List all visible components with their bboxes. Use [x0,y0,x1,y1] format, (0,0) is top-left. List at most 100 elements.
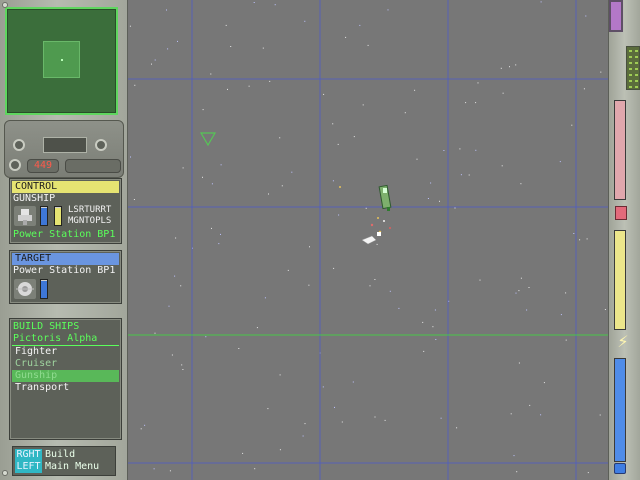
debris-icon [377,217,379,219]
star [302,435,304,437]
station-part-icon [387,207,390,211]
minimap-viewport[interactable] [43,41,80,78]
star [432,326,434,328]
star [376,243,378,245]
power-station-unit[interactable] [339,184,392,234]
star [362,104,364,106]
faction-label: Pictoris Alpha [12,333,119,346]
minimap-unit-blip [61,59,63,61]
controlled-unit-type: GUNSHIP [13,193,56,204]
star [334,406,335,408]
build-title: BUILD SHIPS [13,321,80,332]
star [279,449,281,451]
space-playfield[interactable] [128,0,608,480]
gunship-icon[interactable] [361,235,377,245]
star [202,109,204,111]
target-header: TARGET [12,253,119,265]
star [513,455,515,457]
hud-instrument-strip: 449 [4,120,124,178]
minimap[interactable] [5,7,118,115]
power-station-icon[interactable] [14,279,36,299]
star [210,73,212,75]
star [529,404,531,406]
star-field [129,1,606,474]
star [518,290,520,292]
star [322,386,324,388]
star [365,207,367,209]
star [274,4,276,6]
star [583,88,585,90]
shield-cap-icon [614,463,626,474]
gunship-portrait-icon[interactable] [14,206,36,226]
star [269,80,271,82]
star [248,85,250,87]
dial-icon [13,139,25,151]
build-option-gunship[interactable]: Gunship [12,370,119,382]
star [238,348,240,349]
star [439,200,440,202]
control-panel: CONTROL GUNSHIP LSRTURRT MGNTOPLS Power … [9,178,122,244]
dial-icon [95,139,107,151]
star [182,167,184,169]
build-option-cruiser[interactable]: Cruiser [12,358,119,370]
star [416,158,418,160]
star [359,24,361,26]
right-gauge-column: ⚡ [608,0,640,480]
debris-icon [370,223,374,227]
left-action: Main Menu [45,461,100,472]
lightning-bolt-icon: ⚡ [617,332,629,351]
build-option-fighter[interactable]: Fighter [12,346,119,358]
hull-gauge [614,100,626,200]
weapon-list: LSRTURRT MGNTOPLS [68,205,111,227]
star [509,66,510,68]
waypoint-marker-icon[interactable] [199,132,217,147]
star [211,227,212,229]
star [440,417,442,419]
star [308,284,310,286]
star [267,408,269,410]
build-option-transport[interactable]: Transport [12,382,119,394]
star [571,124,573,126]
star [153,468,155,470]
star [133,199,135,200]
target-name: Power Station BP1 [13,265,116,276]
star [500,67,502,69]
star [323,93,325,95]
gunship-unit[interactable] [361,232,381,245]
star [256,327,258,329]
damage-warning-icon [615,206,627,220]
station-light-icon [383,188,387,193]
star [565,339,567,341]
star [477,82,479,84]
debris-icon [339,186,341,188]
star [268,193,269,195]
star [225,24,227,26]
star [262,47,264,49]
star [540,414,542,416]
health-bar [40,206,48,226]
star [309,246,310,248]
energy-gauge [614,230,626,330]
star [435,339,437,340]
credits-readout: 449 [27,159,59,173]
weapon-2-label: MGNTOPLS [68,216,112,226]
target-panel: TARGET Power Station BP1 [9,250,122,304]
star [254,468,256,470]
star [180,285,182,287]
star [460,174,462,176]
star [384,419,386,421]
star [205,336,207,338]
control-hints: RGHT Build LEFT Main Menu [12,446,116,476]
star [520,277,522,279]
star [510,413,512,415]
star [404,112,406,114]
star [434,309,436,311]
debris-icon [383,220,385,222]
star [414,89,416,91]
star [332,123,334,125]
hint-left: LEFT Main Menu [15,461,113,473]
star [338,214,340,216]
control-header: CONTROL [12,181,119,193]
star [345,36,347,38]
star [174,275,176,277]
